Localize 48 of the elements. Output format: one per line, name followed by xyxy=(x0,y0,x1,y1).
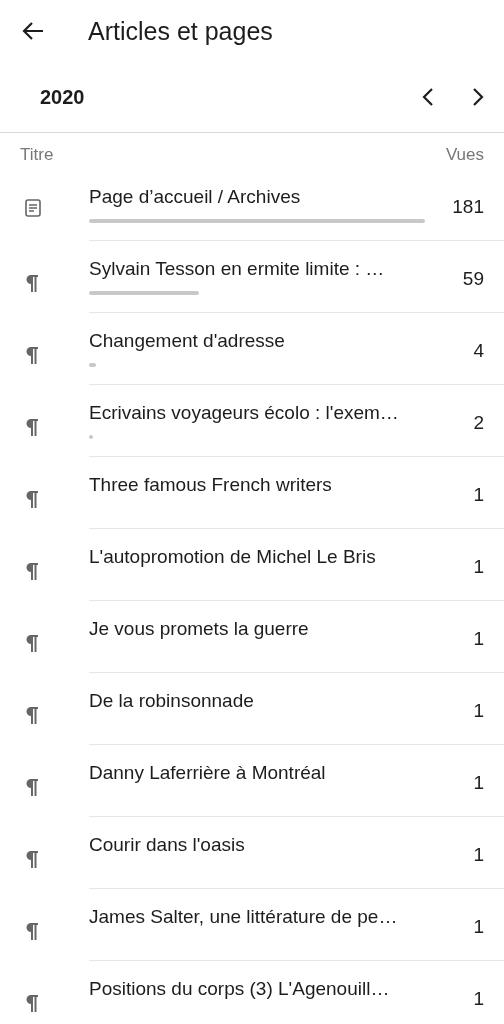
views-count: 1 xyxy=(472,483,484,507)
views-count: 4 xyxy=(472,339,484,363)
paragraph-icon xyxy=(25,634,39,652)
views-count: 59 xyxy=(461,267,484,291)
previous-button[interactable] xyxy=(422,87,434,107)
paragraph-icon xyxy=(25,490,39,508)
back-arrow-icon xyxy=(22,22,44,40)
post-title[interactable]: Ecrivains voyageurs écolo : l'exem… xyxy=(89,401,429,425)
views-count: 1 xyxy=(472,555,484,579)
views-bar xyxy=(89,363,97,367)
post-title[interactable]: Changement d'adresse xyxy=(89,329,429,353)
post-title[interactable]: Je vous promets la guerre xyxy=(89,617,429,641)
next-button[interactable] xyxy=(472,87,484,107)
views-count: 1 xyxy=(472,771,484,795)
views-count: 1 xyxy=(472,627,484,651)
paragraph-icon xyxy=(25,922,39,940)
column-header: Titre xyxy=(20,145,54,165)
views-count: 1 xyxy=(472,987,484,1011)
post-title[interactable]: Danny Laferrière à Montréal xyxy=(89,761,429,785)
post-title[interactable]: Page d’accueil / Archives xyxy=(89,185,429,209)
post-title[interactable]: Three famous French writers xyxy=(89,473,429,497)
post-title[interactable]: Positions du corps (3) L'Agenouill… xyxy=(89,977,429,1001)
paragraph-icon xyxy=(25,274,39,292)
views-count: 1 xyxy=(472,915,484,939)
chevron-right-icon xyxy=(472,87,484,107)
paragraph-icon xyxy=(25,850,39,868)
paragraph-icon xyxy=(25,778,39,796)
paragraph-icon xyxy=(25,418,39,436)
post-title[interactable]: De la robinsonnade xyxy=(89,689,429,713)
post-title[interactable]: Courir dans l'oasis xyxy=(89,833,429,857)
paragraph-icon xyxy=(25,994,39,1012)
back-button[interactable] xyxy=(22,22,44,40)
paragraph-icon xyxy=(25,346,39,364)
period-label: 2020 xyxy=(40,85,86,109)
views-count: 1 xyxy=(472,843,484,867)
column-header: Vues xyxy=(445,145,484,165)
post-title[interactable]: L'autopromotion de Michel Le Bris xyxy=(89,545,429,569)
document-icon xyxy=(25,199,41,217)
views-count: 181 xyxy=(451,195,484,219)
paragraph-icon xyxy=(25,706,39,724)
paragraph-icon xyxy=(25,562,39,580)
page-title: Articles et pages xyxy=(88,16,273,46)
chevron-left-icon xyxy=(422,87,434,107)
views-count: 2 xyxy=(472,411,484,435)
views-bar xyxy=(89,435,93,439)
post-title[interactable]: James Salter, une littérature de pe… xyxy=(89,905,429,929)
post-title[interactable]: Sylvain Tesson en ermite limite : … xyxy=(89,257,429,281)
views-count: 1 xyxy=(472,699,484,723)
